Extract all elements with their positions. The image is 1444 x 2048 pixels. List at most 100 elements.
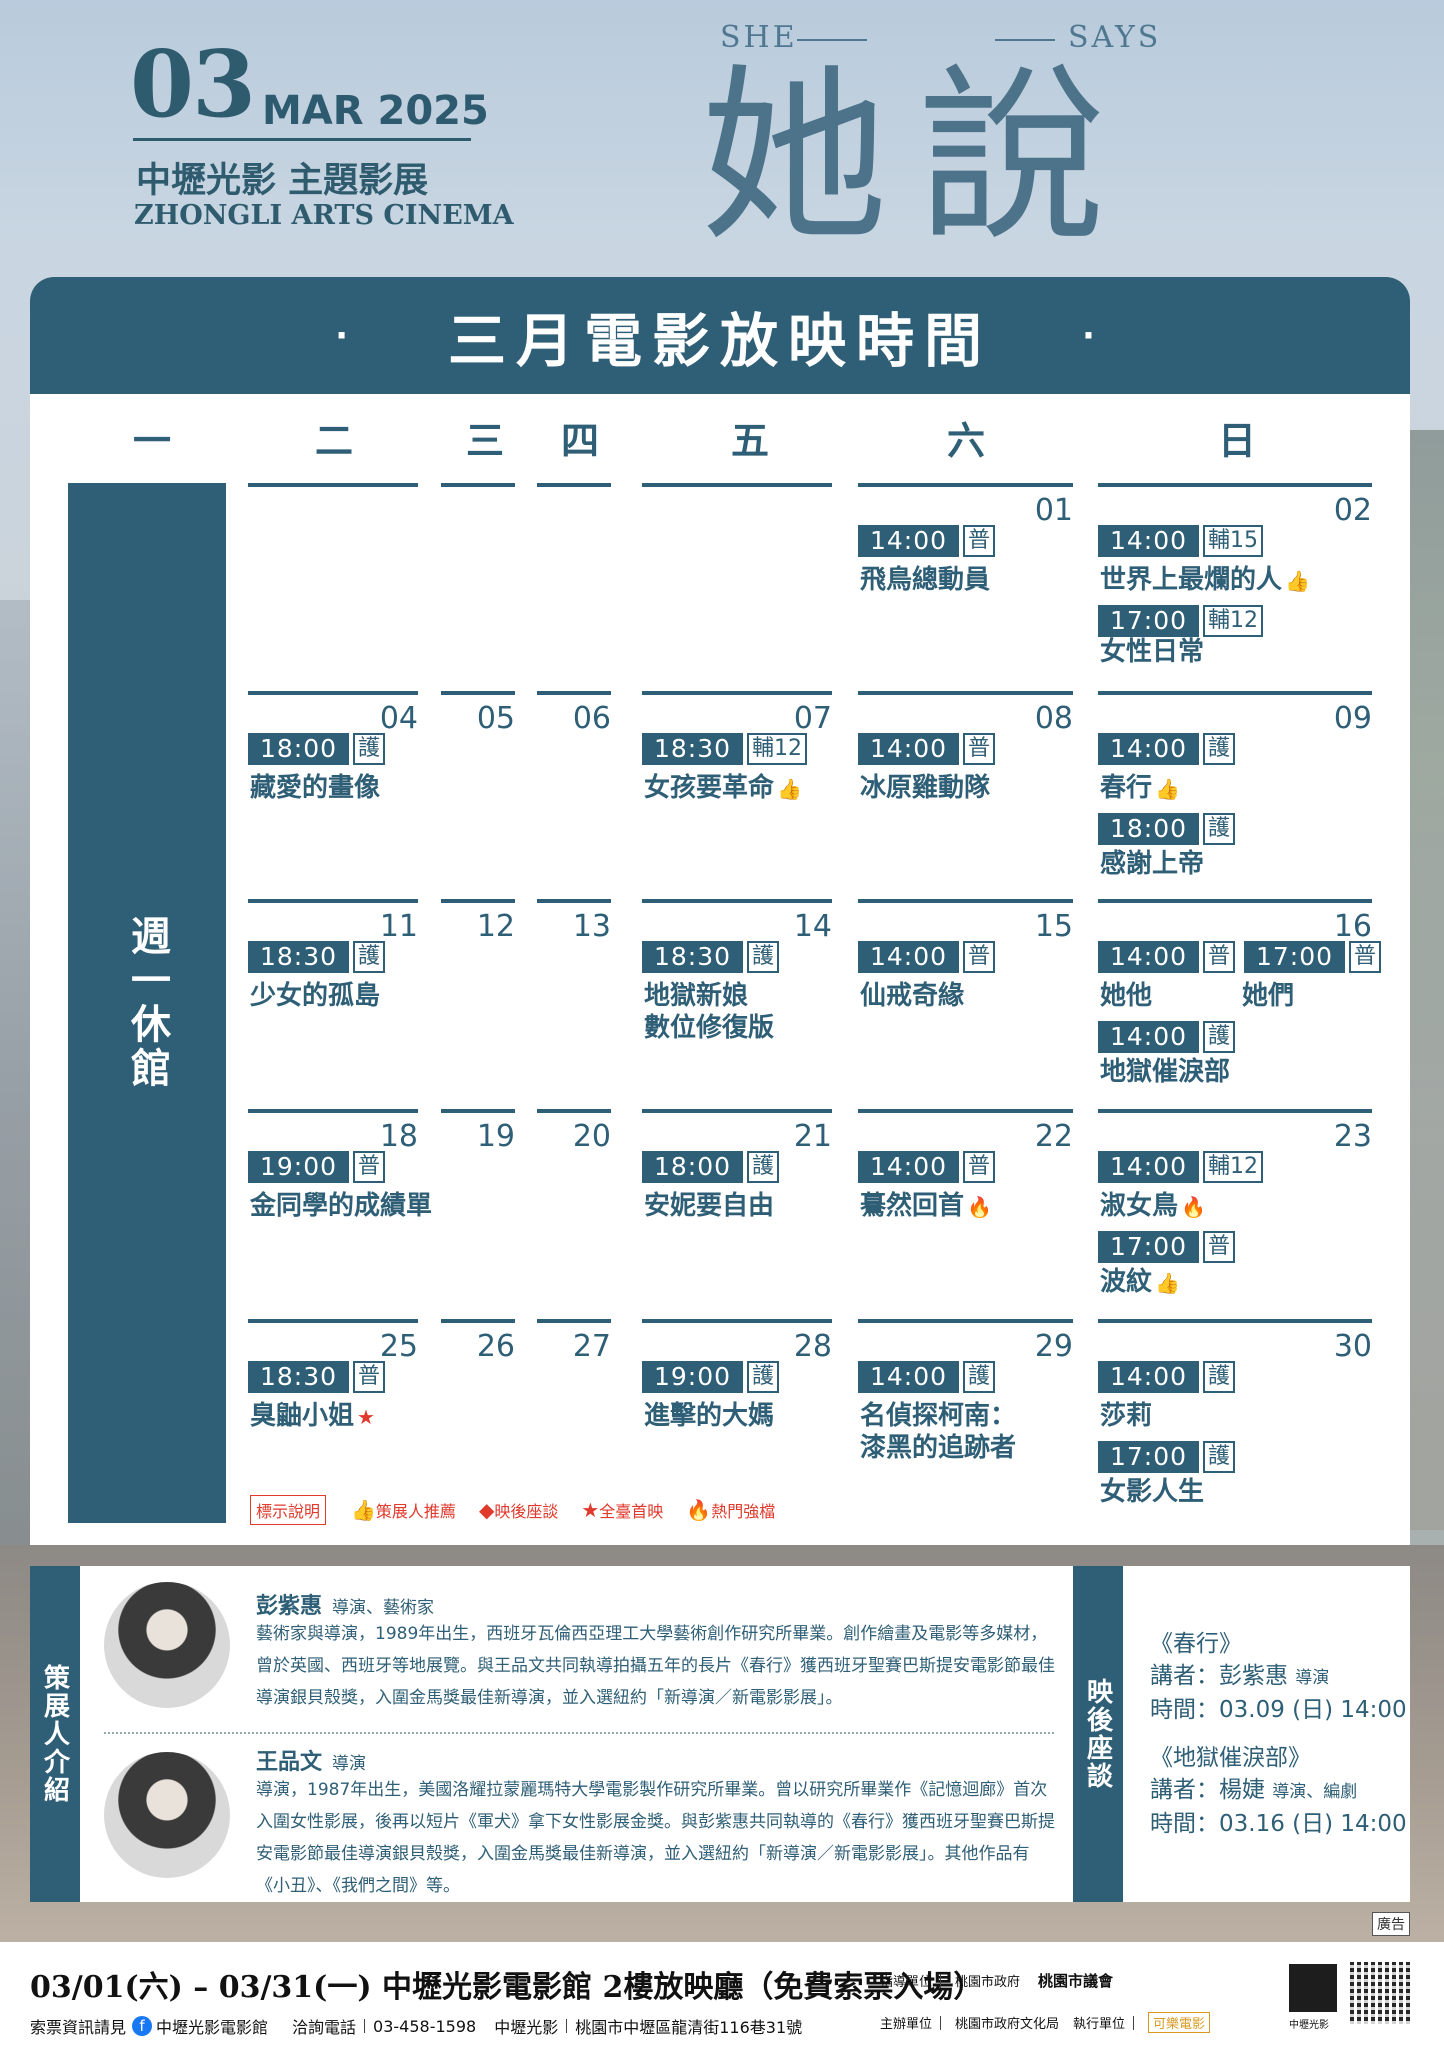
film-title: 飛鳥總動員 (860, 565, 991, 595)
showtime-time: 14:00 (858, 525, 960, 557)
rating-badge: 普 (1203, 1231, 1236, 1263)
curator-name-text: 王品文 (256, 1750, 323, 1775)
film-title: 臭鼬小姐 ★ (250, 1399, 375, 1434)
title-dot-left: · (335, 315, 358, 356)
fire-icon: 🔥 (967, 1195, 992, 1219)
rating-badge: 護 (1203, 1021, 1236, 1053)
film-title: 淑女鳥 🔥 (1100, 1189, 1206, 1224)
schedule-title-bar: · 三月電影放映時間 · (30, 277, 1410, 394)
rating-badge: 輔12 (1203, 605, 1264, 637)
day-cell-04: 04 18:00 護 藏愛的畫像 (248, 691, 418, 841)
film-title-text: 春行 (1100, 773, 1153, 803)
film-title: 進擊的大媽 (644, 1401, 775, 1431)
day-number: 05 (476, 701, 515, 736)
day-cell-empty (537, 483, 611, 633)
showtime: 14:00 輔15 (1098, 525, 1264, 557)
day-cell-08: 08 14:00 普 冰原雞動隊 (858, 691, 1073, 841)
showtime: 14:00 普 (1098, 941, 1236, 973)
weekday-sun: 日 (1217, 419, 1256, 463)
legend-premiere: 全臺首映 (599, 1502, 664, 1521)
day-number: 07 (793, 701, 832, 736)
showtime-time: 19:00 (248, 1151, 350, 1183)
taoyuan-council-logo: 桃園市議會 (1038, 1972, 1114, 1990)
day-cell-15: 15 14:00 普 仙戒奇緣 (858, 899, 1073, 1049)
film-title: 名偵探柯南： (860, 1401, 1017, 1431)
film-title: 藏愛的畫像 (250, 773, 381, 803)
film-title: 地獄新娘 (644, 981, 749, 1011)
film-title: 仙戒奇緣 (860, 981, 965, 1011)
rating-badge: 護 (747, 1361, 780, 1393)
taoyuan-gov-logo: 桃園市政府 (955, 1975, 1021, 1990)
day-number: 02 (1333, 493, 1372, 528)
ad-tag: 廣告 (1372, 1912, 1410, 1936)
divider (364, 2019, 366, 2033)
film-title: 世界上最爛的人 👍 (1100, 563, 1310, 598)
day-cell-09: 09 14:00 護 春行 👍 18:00 護 (1098, 691, 1372, 845)
header-date: 03 (130, 38, 256, 130)
thumbs-up-icon: 👍 (1155, 777, 1180, 801)
schedule-panel: · 三月電影放映時間 · 一 二 三 四 五 六 日 週一休館 01 14:00… (30, 277, 1410, 1545)
divider (566, 2019, 568, 2033)
film-title: 安妮要自由 (644, 1191, 775, 1221)
rating-badge: 輔12 (1203, 1151, 1264, 1183)
film-title: 女性日常 (1100, 637, 1205, 667)
thumbs-up-icon: 👍 (1155, 1271, 1180, 1295)
cinema-logo-text: 中壢光影 (1289, 2020, 1329, 2031)
monday-closed-label: 週一休館 (124, 915, 170, 1091)
thumbs-up-icon: 👍 (1285, 569, 1310, 593)
day-number: 23 (1333, 1119, 1372, 1154)
qr-code[interactable] (1350, 1962, 1412, 2024)
day-number: 11 (379, 909, 418, 944)
talk-tab: 映後座談 (1073, 1566, 1123, 1902)
thumbs-up-icon: 👍 (777, 777, 802, 801)
facebook-page-link[interactable]: 中壢光影電影館 (156, 2014, 268, 2038)
talk-entry: 《地獄催淚部》 講者：楊婕 導演、編劇 時間：03.16 (日) 14:00 (1150, 1742, 1407, 1840)
header-rule (133, 138, 471, 141)
day-number: 01 (1034, 493, 1073, 528)
showtime-time: 18:30 (248, 941, 350, 973)
film-title-text: 世界上最爛的人 (1100, 565, 1283, 595)
film-title: 少女的孤島 (250, 981, 381, 1011)
facebook-icon[interactable]: f (132, 2016, 153, 2036)
rating-badge: 普 (1349, 941, 1382, 973)
talk-guest-role: 導演、編劇 (1272, 1782, 1358, 1802)
showtime-time: 14:00 (1098, 1021, 1200, 1053)
day-number: 28 (793, 1329, 832, 1364)
showtime: 18:30 護 (248, 941, 386, 973)
curator-role: 導演、藝術家 (332, 1598, 435, 1618)
rating-badge: 輔12 (747, 733, 808, 765)
guide-orgs: 指導單位 桃園市政府 桃園市議會 (880, 1970, 1113, 1991)
curator-tab-label: 策展人介紹 (39, 1664, 70, 1804)
day-cell-19: 19 (441, 1109, 515, 1259)
day-number: 18 (379, 1119, 418, 1154)
rating-badge: 護 (747, 941, 780, 973)
film-title-text: 臭鼬小姐 (250, 1401, 355, 1431)
showtime: 17:00 護 (1098, 1441, 1236, 1473)
day-cell-05: 05 (441, 691, 515, 841)
day-cell-16: 16 14:00 普 17:00 普 她他 她們 14:00 護 (1098, 899, 1382, 1053)
host-orgs: 主辦單位 桃園市政府文化局 執行單位 可樂電影 (880, 2012, 1211, 2033)
day-cell-empty (248, 483, 418, 633)
schedule-title: 三月電影放映時間 (447, 306, 992, 375)
showtime-time: 14:00 (1098, 525, 1200, 557)
showtime: 14:00 普 (858, 941, 996, 973)
monday-closed-column: 週一休館 (68, 483, 226, 1523)
footer-contact: 索票資訊請見 f 中壢光影電影館 洽詢電話 03-458-1598 中壢光影 桃… (30, 2014, 802, 2038)
showtime-time: 17:00 (1098, 1441, 1200, 1473)
rating-badge: 護 (963, 1361, 996, 1393)
rating-badge: 護 (1203, 1441, 1236, 1473)
showtime: 14:00 普 (858, 733, 996, 765)
day-number: 13 (572, 909, 611, 944)
showtime: 14:00 普 (858, 525, 996, 557)
showtime: 14:00 普 (858, 1151, 996, 1183)
legend-curator: 策展人推薦 (375, 1502, 456, 1521)
showtime: 14:00 輔12 (1098, 1151, 1264, 1183)
exec-label: 執行單位 (1073, 2017, 1126, 2032)
showtime-time: 19:00 (642, 1361, 744, 1393)
rating-badge: 護 (353, 733, 386, 765)
day-number: 14 (793, 909, 832, 944)
showtime: 18:30 護 (642, 941, 780, 973)
legend-hot: 熱門強檔 (711, 1502, 776, 1521)
rating-badge: 普 (1203, 941, 1236, 973)
weekday-header: 一 二 三 四 五 六 日 (30, 410, 1410, 470)
